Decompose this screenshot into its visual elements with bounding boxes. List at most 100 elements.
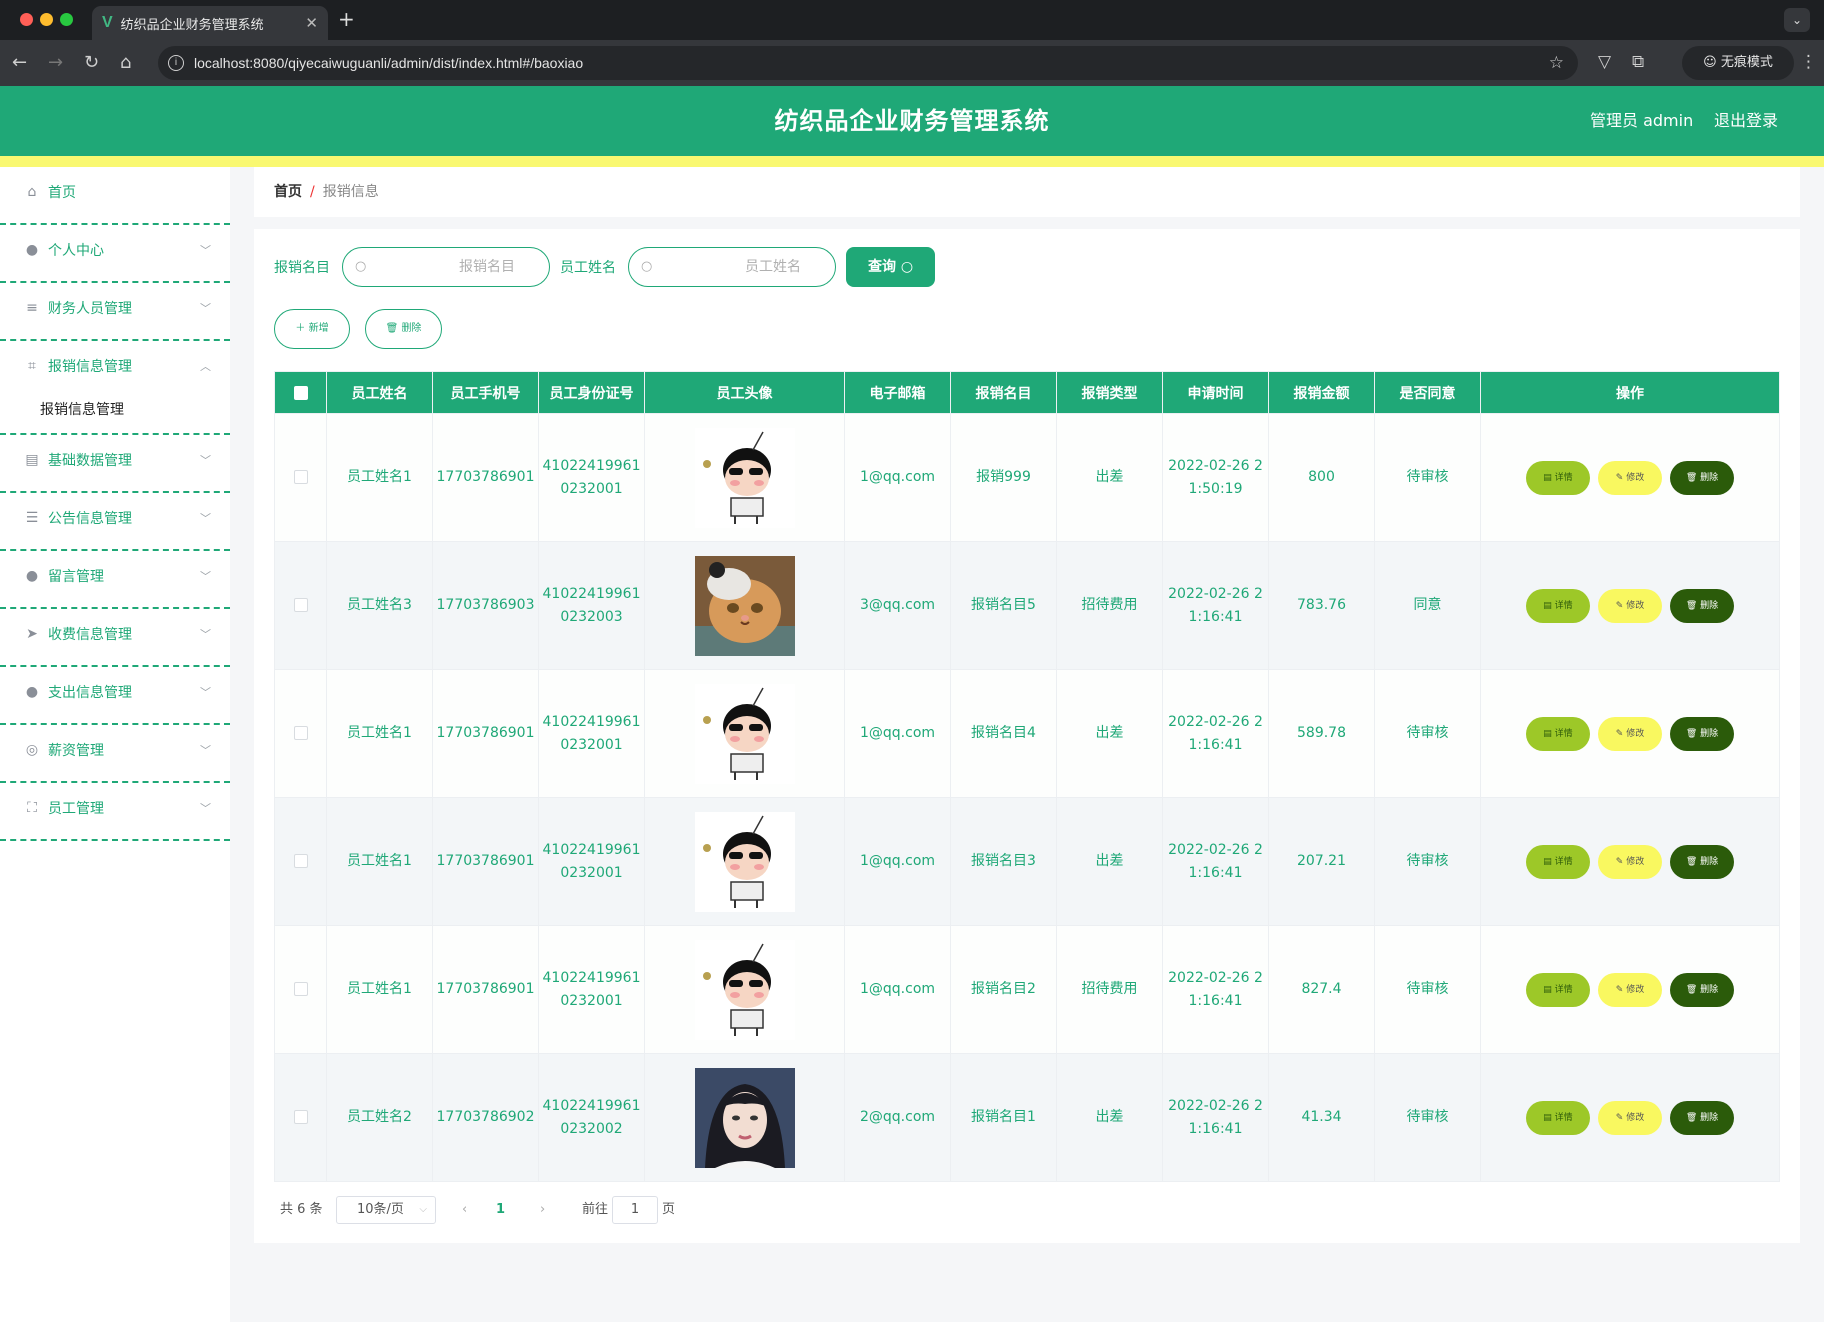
edit-button[interactable]: ✎ 修改: [1598, 588, 1662, 623]
logout-link[interactable]: 退出登录: [1714, 86, 1778, 156]
browser-tab[interactable]: V 纺织品企业财务管理系统 ✕: [92, 6, 328, 40]
select-all-checkbox[interactable]: [293, 385, 308, 400]
cell-avatar: [644, 1053, 845, 1182]
sidebar-item[interactable]: ● 支出信息管理 ﹀: [0, 667, 230, 725]
tab-close-icon[interactable]: ✕: [305, 14, 318, 32]
bookmark-star-icon[interactable]: ☆: [1549, 46, 1564, 80]
delete-button[interactable]: 🗑 删除: [1670, 460, 1734, 495]
search-name-input[interactable]: [373, 248, 543, 286]
detail-button[interactable]: ▤ 详情: [1526, 588, 1590, 623]
prev-page-icon[interactable]: ‹: [462, 1196, 467, 1224]
sidebar-item[interactable]: ≡ 财务人员管理 ﹀: [0, 283, 230, 341]
cell-name: 员工姓名1: [326, 797, 433, 926]
row-select-cell[interactable]: [274, 541, 327, 670]
window-maximize-button[interactable]: [60, 13, 73, 26]
edit-button[interactable]: ✎ 修改: [1598, 460, 1662, 495]
delete-button[interactable]: 🗑 删除: [1670, 1100, 1734, 1135]
sidebar-item[interactable]: ⌂ 首页: [0, 167, 230, 225]
search-name-field[interactable]: ○: [342, 247, 550, 287]
cell-amount: 589.78: [1268, 669, 1375, 798]
row-select-cell[interactable]: [274, 797, 327, 926]
column-header: 员工姓名: [326, 371, 433, 414]
delete-button[interactable]: 🗑 删除: [1670, 844, 1734, 879]
table-row: 员工姓名1 17703786901 410224199610232001 1@qq.c…: [274, 925, 1780, 1054]
avatar[interactable]: [694, 1067, 795, 1168]
new-tab-button[interactable]: +: [338, 7, 355, 31]
sidebar-item[interactable]: ⛶ 员工管理 ﹀: [0, 783, 230, 841]
batch-delete-button[interactable]: 🗑 删除: [365, 309, 442, 349]
page-number[interactable]: 1: [496, 1196, 505, 1224]
cell-time: 2022-02-26 21:16:41: [1162, 1053, 1269, 1182]
home-button-icon[interactable]: ⌂: [120, 52, 131, 74]
edit-button[interactable]: ✎ 修改: [1598, 844, 1662, 879]
cell-phone: 17703786901: [432, 925, 539, 1054]
avatar[interactable]: [694, 427, 795, 528]
cell-item: 报销名目2: [950, 925, 1057, 1054]
edit-button[interactable]: ✎ 修改: [1598, 716, 1662, 751]
sidebar-item[interactable]: ● 留言管理 ﹀: [0, 551, 230, 609]
tab-list-icon[interactable]: ⌄: [1784, 8, 1810, 32]
delete-button-label: 删除: [1700, 472, 1719, 483]
cell-status: 待审核: [1374, 669, 1481, 798]
site-info-icon[interactable]: i: [168, 55, 184, 71]
delete-button[interactable]: 🗑 删除: [1670, 716, 1734, 751]
reload-icon[interactable]: ↻: [84, 52, 99, 74]
detail-button[interactable]: ▤ 详情: [1526, 716, 1590, 751]
detail-button[interactable]: ▤ 详情: [1526, 460, 1590, 495]
chevron-down-icon: ﹀: [200, 244, 211, 257]
edit-button-label: 修改: [1626, 600, 1645, 611]
sidebar-subitem-reimbursement[interactable]: 报销信息管理: [0, 375, 230, 435]
goto-page-input[interactable]: 1: [612, 1196, 658, 1224]
sidebar-item[interactable]: ➤ 收费信息管理 ﹀: [0, 609, 230, 667]
avatar[interactable]: [694, 939, 795, 1040]
page-size-select[interactable]: 10条/页 ⌵: [336, 1196, 436, 1224]
browser-menu-icon[interactable]: ⋮: [1800, 52, 1817, 72]
page-size-value: 10条/页: [357, 1202, 404, 1217]
avatar[interactable]: [694, 555, 795, 656]
avatar[interactable]: [694, 683, 795, 784]
query-label: 查询: [867, 259, 896, 275]
detail-button[interactable]: ▤ 详情: [1526, 972, 1590, 1007]
delete-button[interactable]: 🗑 删除: [1670, 588, 1734, 623]
row-checkbox[interactable]: [293, 982, 308, 996]
column-header: 员工身份证号: [538, 371, 645, 414]
row-checkbox[interactable]: [293, 470, 308, 484]
column-header: 报销类型: [1056, 371, 1163, 414]
table-row: 员工姓名1 17703786901 410224199610232001 1@qq.c…: [274, 669, 1780, 798]
row-checkbox[interactable]: [293, 726, 308, 740]
window-minimize-button[interactable]: [40, 13, 53, 26]
row-select-cell[interactable]: [274, 1053, 327, 1182]
select-all-cell[interactable]: [274, 371, 327, 414]
extension-icon[interactable]: ▽: [1598, 52, 1611, 72]
back-icon[interactable]: ←: [12, 52, 27, 74]
edit-button[interactable]: ✎ 修改: [1598, 972, 1662, 1007]
detail-button[interactable]: ▤ 详情: [1526, 844, 1590, 879]
row-select-cell[interactable]: [274, 413, 327, 542]
row-checkbox[interactable]: [293, 1110, 308, 1124]
sidebar-item[interactable]: ☰ 公告信息管理 ﹀: [0, 493, 230, 551]
breadcrumb-home[interactable]: 首页: [274, 184, 302, 200]
detail-button[interactable]: ▤ 详情: [1526, 1100, 1590, 1135]
search-employee-input[interactable]: [659, 248, 829, 286]
row-checkbox[interactable]: [293, 854, 308, 868]
address-bar[interactable]: i localhost:8080/qiyecaiwuguanli/admin/d…: [158, 46, 1578, 80]
incognito-indicator[interactable]: ☺ 无痕模式: [1682, 46, 1794, 80]
add-label: 新增: [308, 323, 329, 334]
add-button[interactable]: ＋ 新增: [274, 309, 350, 349]
row-select-cell[interactable]: [274, 925, 327, 1054]
delete-button[interactable]: 🗑 删除: [1670, 972, 1734, 1007]
forward-icon[interactable]: →: [48, 52, 63, 74]
window-close-button[interactable]: [20, 13, 33, 26]
sidebar-item[interactable]: ◎ 薪资管理 ﹀: [0, 725, 230, 783]
row-select-cell[interactable]: [274, 669, 327, 798]
row-checkbox[interactable]: [293, 598, 308, 612]
puzzle-icon[interactable]: ⧉: [1632, 52, 1644, 72]
cell-avatar: [644, 669, 845, 798]
avatar[interactable]: [694, 811, 795, 912]
pagination-total: 共 6 条: [280, 1202, 323, 1217]
edit-button[interactable]: ✎ 修改: [1598, 1100, 1662, 1135]
sidebar-item[interactable]: ● 个人中心 ﹀: [0, 225, 230, 283]
next-page-icon[interactable]: ›: [540, 1196, 545, 1224]
search-employee-field[interactable]: ○: [628, 247, 836, 287]
query-button[interactable]: 查询 ○: [846, 247, 935, 287]
